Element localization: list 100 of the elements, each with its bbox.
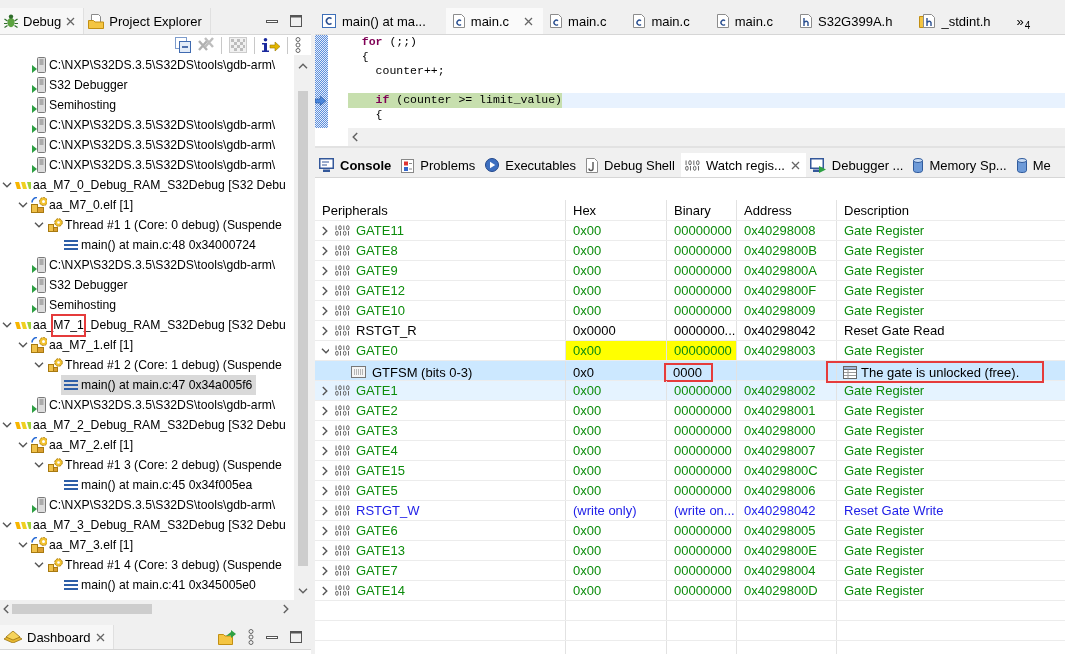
scrollbar-thumb[interactable] xyxy=(297,91,308,566)
chevron-right-icon[interactable] xyxy=(322,525,328,536)
chevron-right-icon[interactable] xyxy=(322,565,328,576)
table-row[interactable]: GATE13 0x00 00000000 0x4029800E Gate Register xyxy=(315,541,1065,561)
column-header[interactable]: Binary xyxy=(667,200,737,220)
view-tab[interactable]: Project Explorer xyxy=(84,8,211,34)
tree-item[interactable]: aa_M7_2.elf [1] xyxy=(29,435,137,455)
chevron-right-icon[interactable] xyxy=(322,585,328,596)
column-header[interactable]: Address xyxy=(737,200,837,220)
close-icon[interactable] xyxy=(95,632,105,642)
table-row[interactable]: GATE10 0x00 00000000 0x40298009 Gate Register xyxy=(315,301,1065,321)
kebab-menu-icon[interactable] xyxy=(248,629,254,645)
table-row[interactable]: GATE15 0x00 00000000 0x4029800C Gate Register xyxy=(315,461,1065,481)
tree-item[interactable]: C:\NXP\S32DS.3.5\S32DS\tools\gdb-arm\ xyxy=(29,255,280,275)
chevron-right-icon[interactable] xyxy=(322,245,328,256)
tree-item[interactable]: Semihosting xyxy=(29,295,121,315)
column-header[interactable]: Hex xyxy=(566,200,667,220)
chevron-down-icon[interactable] xyxy=(1,422,12,428)
scrollbar-thumb[interactable] xyxy=(12,603,152,614)
chevron-right-icon[interactable] xyxy=(322,305,328,316)
view-tab[interactable]: Executables xyxy=(481,153,583,177)
table-row[interactable]: GATE6 0x00 00000000 0x40298005 Gate Register xyxy=(315,521,1065,541)
minimize-icon[interactable] xyxy=(266,635,278,639)
tree-item[interactable]: aa_M7_1.elf [1] xyxy=(29,335,137,355)
chevron-right-icon[interactable] xyxy=(322,485,328,496)
chevron-right-icon[interactable] xyxy=(322,465,328,476)
chevron-down-icon[interactable] xyxy=(33,362,44,368)
editor-tab[interactable]: main.c xyxy=(445,8,544,34)
close-icon[interactable] xyxy=(524,16,534,26)
tree-item[interactable]: Semihosting xyxy=(29,95,121,115)
chevron-left-icon[interactable] xyxy=(3,603,9,614)
tree-item[interactable]: aa_M7_3_Debug_RAM_S32Debug [S32 Debu xyxy=(13,515,290,535)
tree-item[interactable]: aa_M7_0.elf [1] xyxy=(29,195,137,215)
chevron-down-icon[interactable] xyxy=(17,442,28,448)
view-tab[interactable]: Problems xyxy=(397,153,482,177)
tree-item[interactable]: aa_M7_0_Debug_RAM_S32Debug [S32 Debu xyxy=(13,175,290,195)
tree-item[interactable]: Thread #1 3 (Core: 2 debug) (Suspende xyxy=(45,455,286,475)
table-row[interactable]: GATE11 0x00 00000000 0x40298008 Gate Register xyxy=(315,221,1065,241)
tree-item[interactable]: Thread #1 1 (Core: 0 debug) (Suspende xyxy=(45,215,286,235)
maximize-icon[interactable] xyxy=(290,631,302,643)
chevron-right-icon[interactable] xyxy=(322,225,328,236)
table-row[interactable]: GATE4 0x00 00000000 0x40298007 Gate Register xyxy=(315,441,1065,461)
minimize-icon[interactable] xyxy=(266,19,278,23)
chevron-down-icon[interactable] xyxy=(33,462,44,468)
chevron-down-icon[interactable] xyxy=(33,562,44,568)
table-row[interactable]: GATE7 0x00 00000000 0x40298004 Gate Register xyxy=(315,561,1065,581)
tree-item[interactable]: C:\NXP\S32DS.3.5\S32DS\tools\gdb-arm\ xyxy=(29,115,280,135)
close-icon[interactable] xyxy=(790,160,800,170)
editor-tab[interactable]: main.c xyxy=(626,8,710,34)
table-row[interactable]: GATE14 0x00 00000000 0x4029800D Gate Register xyxy=(315,581,1065,601)
column-header[interactable]: Peripherals xyxy=(315,200,566,220)
chevron-right-icon[interactable] xyxy=(322,325,328,336)
view-tab[interactable]: Memory Sp... xyxy=(909,153,1013,177)
vertical-scrollbar[interactable] xyxy=(294,55,311,600)
table-row[interactable]: GATE12 0x00 00000000 0x4029800F Gate Register xyxy=(315,281,1065,301)
tree-item[interactable]: aa_M7_2_Debug_RAM_S32Debug [S32 Debu xyxy=(13,415,290,435)
tree-item[interactable]: C:\NXP\S32DS.3.5\S32DS\tools\gdb-arm\ xyxy=(29,155,280,175)
chevron-right-icon[interactable] xyxy=(322,425,328,436)
tree-item[interactable]: S32 Debugger xyxy=(29,275,132,295)
chevron-up-icon[interactable] xyxy=(297,63,308,69)
table-row[interactable]: GATE9 0x00 00000000 0x4029800A Gate Register xyxy=(315,261,1065,281)
view-tab[interactable]: Dashboard xyxy=(0,625,114,649)
kebab-menu-icon[interactable] xyxy=(295,37,301,53)
chevron-right-icon[interactable] xyxy=(322,385,328,396)
editor-tab[interactable]: _stdint.h xyxy=(912,8,1011,34)
chevron-down-icon[interactable] xyxy=(33,222,44,228)
tree-item[interactable]: Thread #1 2 (Core: 1 debug) (Suspende xyxy=(45,355,286,375)
view-tab[interactable]: Console xyxy=(315,153,398,177)
editor-tab[interactable]: main.c xyxy=(709,8,793,34)
tree-item[interactable]: C:\NXP\S32DS.3.5\S32DS\tools\gdb-arm\ xyxy=(29,135,280,155)
tree-item[interactable]: main() at main.c:47 0x34a005f6 xyxy=(61,375,257,395)
tree-item[interactable]: main() at main.c:45 0x34f005ea xyxy=(61,475,257,495)
view-tab[interactable]: Debugger ... xyxy=(805,153,910,177)
chevron-down-icon[interactable] xyxy=(17,202,28,208)
editor-tab[interactable]: main() at ma... xyxy=(315,8,446,34)
chevron-right-icon[interactable] xyxy=(283,603,289,614)
horizontal-scrollbar[interactable] xyxy=(348,128,1065,146)
chevron-down-icon[interactable] xyxy=(1,182,12,188)
table-row[interactable]: GATE3 0x00 00000000 0x40298000 Gate Register xyxy=(315,421,1065,441)
view-tab[interactable]: Debug Shell xyxy=(582,153,681,177)
table-row[interactable]: GTFSM (bits 0-3) 0x0 0000 The gate is unlocked (free). xyxy=(315,361,1065,381)
chevron-down-icon[interactable] xyxy=(297,588,308,594)
table-row[interactable]: GATE8 0x00 00000000 0x4029800B Gate Register xyxy=(315,241,1065,261)
tree-item[interactable]: aa_M7_3.elf [1] xyxy=(29,535,137,555)
table-row[interactable]: GATE2 0x00 00000000 0x40298001 Gate Register xyxy=(315,401,1065,421)
chevron-right-icon[interactable] xyxy=(322,445,328,456)
chevron-down-icon[interactable] xyxy=(1,522,12,528)
tree-item[interactable]: C:\NXP\S32DS.3.5\S32DS\tools\gdb-arm\ xyxy=(29,395,280,415)
view-tab[interactable]: Debug xyxy=(0,8,85,34)
folder-arrow-icon[interactable] xyxy=(218,629,236,645)
chevron-down-icon[interactable] xyxy=(321,347,329,354)
chevron-right-icon[interactable] xyxy=(322,545,328,556)
tree-item[interactable]: main() at main.c:41 0x345005e0 xyxy=(61,575,260,595)
view-tab[interactable]: Watch regis... xyxy=(680,153,806,177)
table-row[interactable]: GATE1 0x00 00000000 0x40298002 Gate Register xyxy=(315,381,1065,401)
maximize-icon[interactable] xyxy=(290,15,302,27)
chevron-down-icon[interactable] xyxy=(1,322,12,328)
editor-tab[interactable]: S32G399A.h xyxy=(793,8,913,34)
collapse-all-icon[interactable] xyxy=(175,37,191,53)
close-icon[interactable] xyxy=(66,16,76,26)
